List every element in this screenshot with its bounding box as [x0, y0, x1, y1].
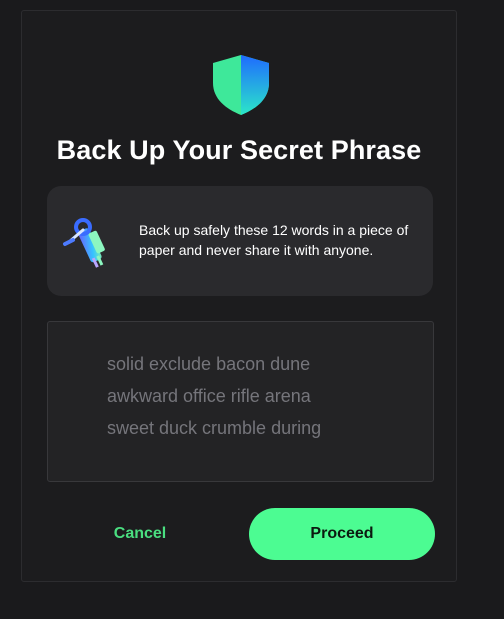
phrase-line: solid exclude bacon dune: [107, 354, 311, 374]
proceed-button[interactable]: Proceed: [249, 508, 435, 560]
phrase-line: awkward office rifle arena: [107, 386, 311, 406]
secret-phrase-box: solid exclude bacon dune awkward office …: [47, 321, 434, 482]
cancel-button[interactable]: Cancel: [92, 519, 188, 549]
info-card: Back up safely these 12 words in a piece…: [47, 186, 433, 296]
info-text: Back up safely these 12 words in a piece…: [139, 222, 409, 258]
secret-phrase-text: solid exclude bacon dune awkward office …: [107, 348, 407, 444]
shield-icon: [213, 55, 269, 115]
key-icon: [63, 218, 105, 268]
phrase-line: sweet duck crumble during: [107, 418, 322, 438]
page-title: Back Up Your Secret Phrase: [56, 135, 422, 165]
backup-dialog: Back Up Your Secret Phrase Back up safel…: [21, 10, 457, 582]
